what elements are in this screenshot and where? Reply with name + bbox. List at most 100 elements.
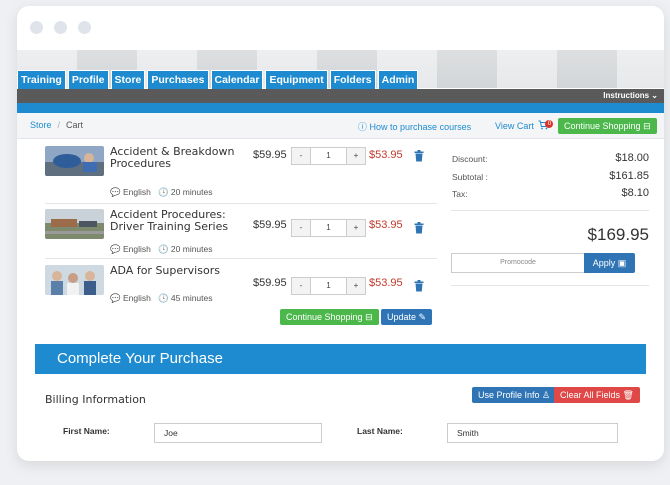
billing-information-title: Billing Information bbox=[45, 393, 146, 406]
qty-input[interactable]: 1 bbox=[311, 147, 346, 165]
trash-icon[interactable] bbox=[414, 150, 424, 162]
complete-purchase-header: Complete Your Purchase bbox=[35, 344, 646, 374]
qty-decrement-button[interactable]: - bbox=[291, 147, 311, 165]
course-sale-price: $53.95 bbox=[369, 149, 403, 161]
calendar-icon: ▣ bbox=[617, 258, 627, 268]
clear-all-label: Clear All Fields bbox=[560, 390, 621, 400]
qty-decrement-button[interactable]: - bbox=[291, 277, 311, 295]
qty-input[interactable]: 1 bbox=[311, 219, 346, 237]
how-to-label: How to purchase courses bbox=[369, 122, 472, 132]
quantity-stepper: - 1 + bbox=[291, 219, 366, 237]
language-icon: 💬 bbox=[110, 293, 121, 303]
qty-increment-button[interactable]: + bbox=[346, 219, 366, 237]
cart-count-badge: 0 bbox=[545, 120, 554, 128]
course-duration: 45 minutes bbox=[170, 293, 213, 303]
subtotal-label: Subtotal : bbox=[452, 172, 488, 182]
instructions-label: Instructions bbox=[603, 91, 650, 100]
nav-tab-calendar[interactable]: Calendar bbox=[210, 70, 264, 89]
course-thumbnail bbox=[45, 146, 104, 176]
course-meta: 💬 English 🕓 20 minutes bbox=[110, 187, 213, 198]
user-icon: ♙ bbox=[542, 390, 551, 400]
course-language: English bbox=[122, 244, 151, 254]
trash-icon[interactable] bbox=[414, 280, 424, 292]
breadcrumb-store-link[interactable]: Store bbox=[30, 120, 52, 130]
continue-shopping-label: Continue Shopping bbox=[564, 121, 641, 131]
use-profile-info-button[interactable]: Use Profile Info ♙ bbox=[472, 387, 557, 403]
first-name-input[interactable]: Joe bbox=[154, 423, 322, 443]
view-cart-label: View Cart bbox=[495, 121, 534, 131]
course-meta: 💬 English 🕓 45 minutes bbox=[110, 293, 213, 304]
course-meta: 💬 English 🕓 20 minutes bbox=[110, 244, 213, 255]
first-name-label: First Name: bbox=[63, 426, 110, 436]
course-price: $59.95 bbox=[253, 277, 287, 289]
nav-tab-purchases[interactable]: Purchases bbox=[147, 70, 209, 89]
window-dot-maximize[interactable] bbox=[78, 21, 91, 34]
discount-value: $18.00 bbox=[615, 152, 649, 164]
cart-item: ADA for Supervisors 💬 English 🕓 45 minut… bbox=[45, 265, 437, 315]
course-language: English bbox=[122, 187, 151, 197]
course-title[interactable]: Accident & Breakdown Procedures bbox=[110, 146, 250, 170]
how-to-purchase-link[interactable]: ⓘ How to purchase courses bbox=[358, 120, 471, 133]
update-label: Update bbox=[387, 312, 417, 322]
tax-label: Tax: bbox=[452, 189, 468, 199]
breadcrumb: Store / Cart bbox=[30, 120, 83, 130]
course-language: English bbox=[122, 293, 151, 303]
use-profile-label: Use Profile Info bbox=[478, 390, 540, 400]
qty-increment-button[interactable]: + bbox=[346, 147, 366, 165]
nav-tab-equipment[interactable]: Equipment bbox=[265, 70, 328, 89]
view-cart-link[interactable]: View Cart 0 bbox=[495, 120, 554, 131]
breadcrumb-separator: / bbox=[57, 120, 61, 130]
breadcrumb-bar: Store / Cart ⓘ How to purchase courses Vie… bbox=[17, 113, 664, 139]
course-duration: 20 minutes bbox=[170, 244, 213, 254]
apply-label: Apply bbox=[592, 258, 616, 268]
blue-strip bbox=[17, 103, 664, 113]
last-name-label: Last Name: bbox=[357, 426, 403, 436]
nav-tab-store[interactable]: Store bbox=[110, 70, 146, 89]
update-cart-button[interactable]: Update ✎ bbox=[381, 309, 433, 325]
window-dot-close[interactable] bbox=[30, 21, 43, 34]
store-icon: ⊟ bbox=[643, 121, 651, 131]
continue-shopping-button-top[interactable]: Continue Shopping ⊟ bbox=[558, 118, 657, 134]
quantity-stepper: - 1 + bbox=[291, 277, 366, 295]
instructions-toggle[interactable]: Instructions ⌄ bbox=[603, 91, 658, 100]
apply-promo-button[interactable]: Apply ▣ bbox=[584, 253, 635, 273]
qty-increment-button[interactable]: + bbox=[346, 277, 366, 295]
info-icon: ⓘ bbox=[358, 122, 368, 132]
order-total: $169.95 bbox=[587, 225, 649, 244]
instructions-bar: Instructions ⌄ bbox=[17, 89, 664, 103]
course-title[interactable]: ADA for Supervisors bbox=[110, 265, 250, 277]
summary-divider bbox=[451, 210, 649, 211]
tax-value: $8.10 bbox=[621, 187, 649, 199]
quantity-stepper: - 1 + bbox=[291, 147, 366, 165]
qty-input[interactable]: 1 bbox=[311, 277, 346, 295]
discount-label: Discount: bbox=[452, 154, 488, 164]
course-thumbnail bbox=[45, 209, 104, 239]
course-duration: 20 minutes bbox=[170, 187, 213, 197]
promo-divider bbox=[451, 285, 649, 286]
language-icon: 💬 bbox=[110, 244, 121, 254]
clear-all-fields-button[interactable]: Clear All Fields 🗑 bbox=[554, 387, 640, 403]
main-nav: Training Profile Store Purchases Calenda… bbox=[17, 70, 419, 89]
item-divider bbox=[45, 258, 437, 259]
cart-item: Accident & Breakdown Procedures 💬 Englis… bbox=[45, 146, 437, 198]
breadcrumb-current: Cart bbox=[66, 120, 84, 130]
last-name-input[interactable]: Smith bbox=[447, 423, 618, 443]
trash-icon: 🗑 bbox=[622, 390, 634, 400]
edit-icon: ✎ bbox=[418, 312, 427, 322]
nav-tab-folders[interactable]: Folders bbox=[329, 70, 376, 89]
nav-tab-training[interactable]: Training bbox=[17, 70, 66, 89]
course-title[interactable]: Accident Procedures: Driver Training Ser… bbox=[110, 209, 250, 233]
trash-icon[interactable] bbox=[414, 222, 424, 234]
chevron-down-icon: ⌄ bbox=[651, 91, 658, 100]
store-icon: ⊟ bbox=[365, 312, 373, 322]
promocode-input[interactable]: Promocode bbox=[451, 253, 585, 273]
nav-tab-admin[interactable]: Admin bbox=[377, 70, 419, 89]
course-price: $59.95 bbox=[253, 149, 287, 161]
course-sale-price: $53.95 bbox=[369, 277, 403, 289]
course-price: $59.95 bbox=[253, 219, 287, 231]
window-dot-minimize[interactable] bbox=[54, 21, 67, 34]
qty-decrement-button[interactable]: - bbox=[291, 219, 311, 237]
continue-shopping-button[interactable]: Continue Shopping ⊟ bbox=[280, 309, 379, 325]
nav-tab-profile[interactable]: Profile bbox=[67, 70, 109, 89]
cart-item: Accident Procedures: Driver Training Ser… bbox=[45, 209, 437, 259]
